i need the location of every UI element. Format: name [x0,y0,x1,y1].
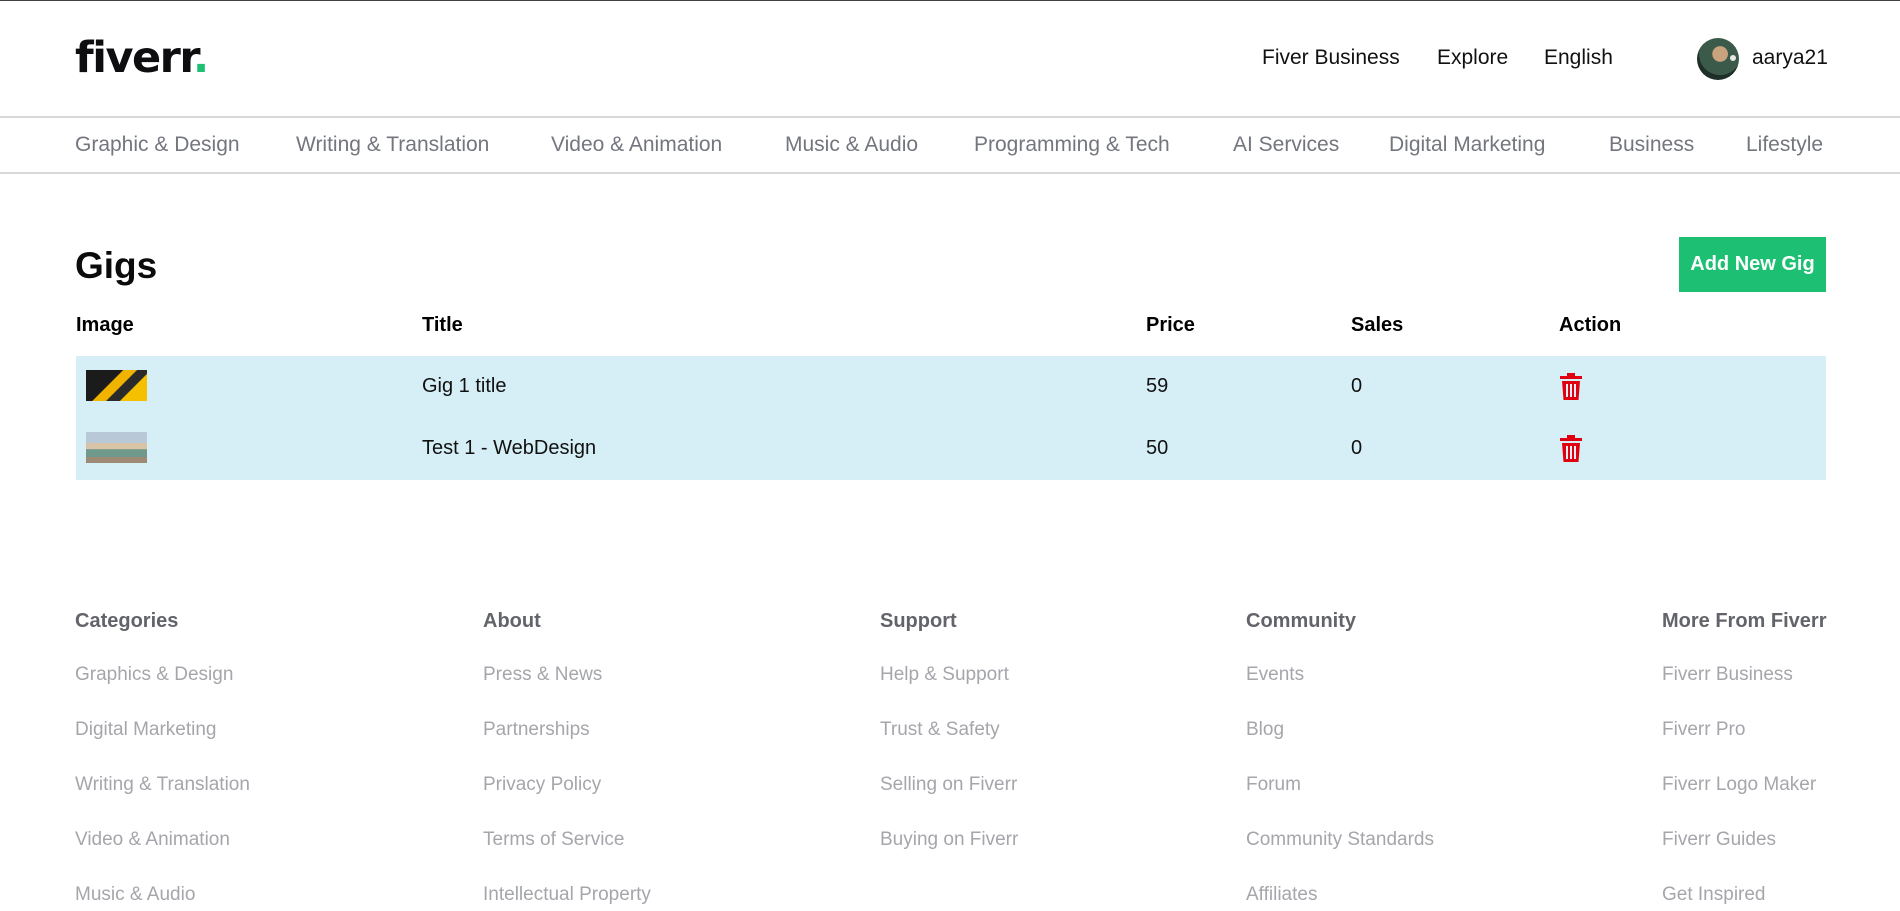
nav-explore[interactable]: Explore [1437,46,1508,70]
footer-link[interactable]: Fiverr Business [1662,664,1793,686]
category-programming-tech[interactable]: Programming & Tech [974,133,1170,157]
footer-link[interactable]: Buying on Fiverr [880,829,1018,851]
footer-link[interactable]: Privacy Policy [483,774,601,796]
footer-link[interactable]: Community Standards [1246,829,1434,851]
footer-heading-more-from-fiverr: More From Fiverr [1662,610,1827,632]
column-header-action: Action [1559,314,1622,336]
footer-heading-categories: Categories [75,610,179,632]
category-video-animation[interactable]: Video & Animation [551,133,722,157]
gig-sales: 0 [1351,375,1363,397]
page-title: Gigs [75,245,158,286]
gig-title[interactable]: Gig 1 title [422,375,506,398]
gig-price: 59 [1146,375,1169,397]
logo-dot: . [192,33,209,83]
footer-link[interactable]: Graphics & Design [75,664,233,686]
footer-link[interactable]: Video & Animation [75,829,230,851]
site-header: fiverr. Fiver Business Explore English a… [0,1,1900,116]
footer-link[interactable]: Fiverr Logo Maker [1662,774,1816,796]
category-writing-translation[interactable]: Writing & Translation [296,133,489,157]
footer-link[interactable]: Blog [1246,719,1284,741]
category-digital-marketing[interactable]: Digital Marketing [1389,133,1545,157]
fiverr-logo[interactable]: fiverr. [75,33,209,83]
category-graphic-design[interactable]: Graphic & Design [75,133,240,157]
gig-thumbnail[interactable] [86,432,147,463]
footer-link[interactable]: Trust & Safety [880,719,1000,741]
footer-link[interactable]: Intellectual Property [483,884,651,906]
avatar[interactable] [1697,38,1739,80]
footer-link[interactable]: Fiverr Pro [1662,719,1745,741]
footer-link[interactable]: Partnerships [483,719,590,741]
table-row: Gig 1 title 59 0 [76,356,1826,418]
footer-heading-about: About [483,610,541,632]
category-business[interactable]: Business [1609,133,1694,157]
gig-price: 50 [1146,437,1169,459]
footer-link[interactable]: Help & Support [880,664,1009,686]
footer-link[interactable]: Writing & Translation [75,774,250,796]
column-header-image: Image [76,314,134,336]
nav-fiverr-business[interactable]: Fiver Business [1262,46,1400,70]
gig-sales: 0 [1351,437,1363,459]
gig-title[interactable]: Test 1 - WebDesign [422,437,596,460]
add-new-gig-button[interactable]: Add New Gig [1679,237,1826,292]
footer-heading-community: Community [1246,610,1356,632]
footer-link[interactable]: Terms of Service [483,829,624,851]
logo-text: fiverr [75,33,194,83]
category-lifestyle[interactable]: Lifestyle [1746,133,1823,157]
column-header-price: Price [1146,314,1195,336]
footer-link[interactable]: Affiliates [1246,884,1317,906]
category-divider [0,172,1900,174]
footer-link[interactable]: Get Inspired [1662,884,1766,906]
username[interactable]: aarya21 [1752,46,1828,70]
footer-link[interactable]: Digital Marketing [75,719,217,741]
trash-icon[interactable] [1559,373,1583,400]
footer-heading-support: Support [880,610,957,632]
footer-link[interactable]: Music & Audio [75,884,195,906]
column-header-title: Title [422,314,463,336]
footer-link[interactable]: Forum [1246,774,1301,796]
gig-thumbnail[interactable] [86,370,147,401]
footer-link[interactable]: Press & News [483,664,602,686]
category-bar: Graphic & Design Writing & Translation V… [0,118,1900,172]
footer-link[interactable]: Selling on Fiverr [880,774,1017,796]
table-row: Test 1 - WebDesign 50 0 [76,418,1826,480]
status-dot [1730,55,1736,61]
footer-link[interactable]: Events [1246,664,1304,686]
trash-icon[interactable] [1559,435,1583,462]
footer-link[interactable]: Fiverr Guides [1662,829,1776,851]
category-music-audio[interactable]: Music & Audio [785,133,918,157]
category-ai-services[interactable]: AI Services [1233,133,1339,157]
column-header-sales: Sales [1351,314,1404,336]
nav-language[interactable]: English [1544,46,1613,70]
